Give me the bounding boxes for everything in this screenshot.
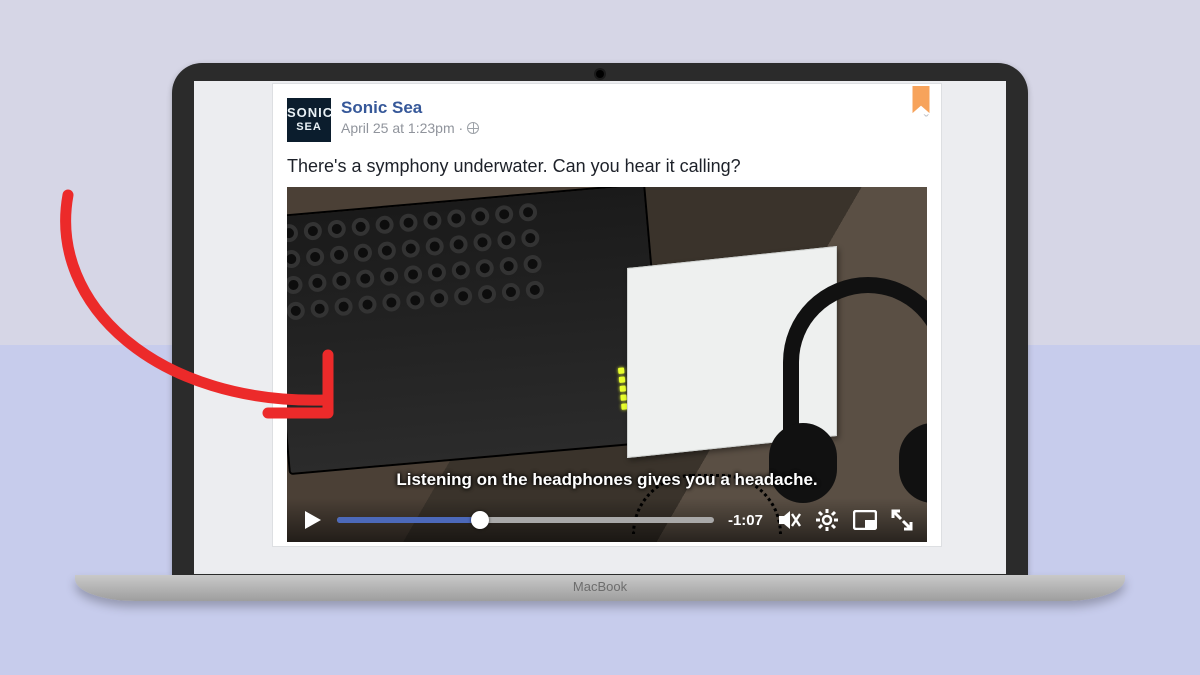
settings-gear-icon[interactable] [815,508,839,532]
video-player[interactable]: Listening on the headphones gives you a … [287,187,927,542]
avatar-text-2: SEA [287,119,331,133]
webcam-dot [596,70,604,78]
laptop-brand: MacBook [573,579,627,594]
facebook-post-card: ˇ SONIC SEA Sonic Sea April 25 at 1:23pm… [272,83,942,547]
screen: ˇ SONIC SEA Sonic Sea April 25 at 1:23pm… [194,81,1006,574]
progress-bar[interactable] [337,517,714,523]
audio-mixer-graphic [287,187,668,475]
avatar-text-1: SONIC [287,105,333,120]
laptop-base: MacBook [75,575,1125,601]
laptop-frame: ˇ SONIC SEA Sonic Sea April 25 at 1:23pm… [172,63,1028,601]
mute-icon[interactable] [777,509,801,531]
time-remaining: -1:07 [728,512,763,529]
page-avatar[interactable]: SONIC SEA [287,98,331,142]
post-timestamp[interactable]: April 25 at 1:23pm [341,120,455,136]
page-name-link[interactable]: Sonic Sea [341,98,422,117]
post-menu-chevron-icon[interactable]: ˇ [924,114,929,130]
pip-icon[interactable] [853,510,877,530]
globe-icon [467,122,479,134]
video-subtitle: Listening on the headphones gives you a … [287,470,927,490]
play-icon[interactable] [301,509,323,531]
headphones-graphic [783,277,927,487]
post-caption: There's a symphony underwater. Can you h… [287,156,927,177]
video-controls: -1:07 [287,498,927,542]
fullscreen-icon[interactable] [891,509,913,531]
